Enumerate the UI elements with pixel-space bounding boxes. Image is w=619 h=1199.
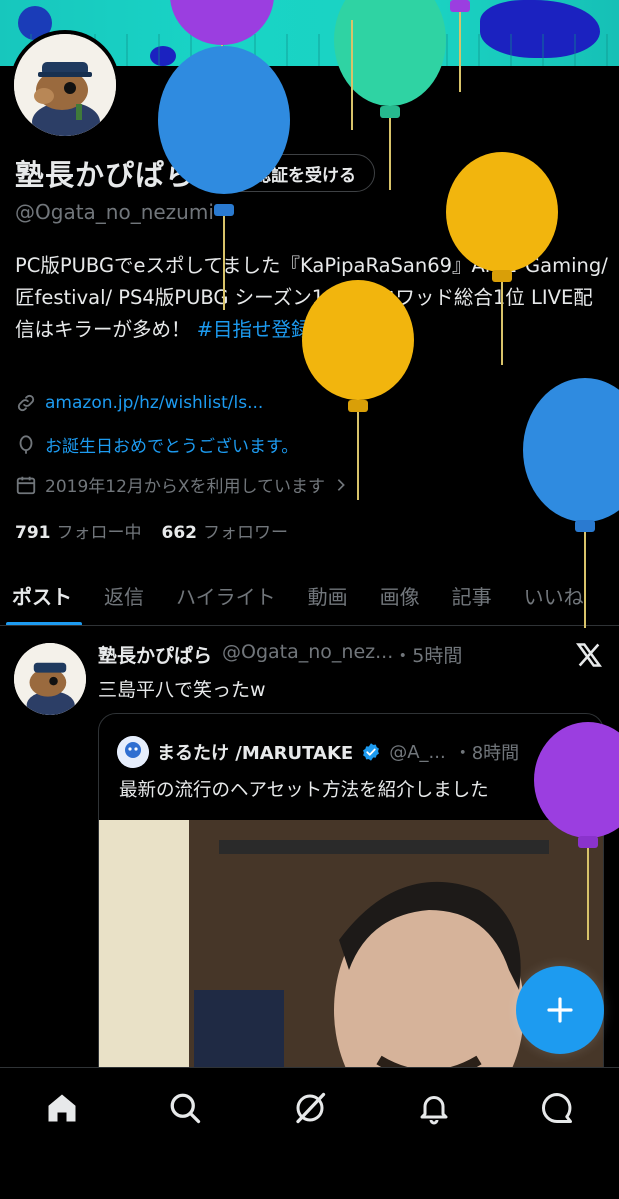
birthday-row: お誕生日おめでとうございます。	[15, 432, 298, 457]
tab-likes[interactable]: いいね	[508, 566, 600, 625]
search-icon	[170, 1093, 201, 1124]
display-name: 塾長かぴぱら	[15, 158, 196, 192]
quoted-post-text: 最新の流行のヘアセット方法を紹介しました	[119, 780, 489, 801]
quoted-author-avatar	[117, 736, 149, 768]
nav-grok-button[interactable]	[290, 1088, 330, 1128]
quoted-post-time: ・8時間	[453, 743, 520, 764]
post-time: ・5時間	[393, 645, 463, 667]
joined-text: 2019年12月からXを利用しています	[45, 477, 326, 497]
calendar-icon	[16, 476, 36, 494]
home-icon	[48, 1094, 76, 1122]
nav-notifications-button[interactable]	[414, 1088, 454, 1128]
tab-replies[interactable]: 返信	[88, 566, 160, 625]
get-verified-label: 認証を受ける	[254, 165, 357, 186]
post-author-handle[interactable]: @Ogata_no_nez...	[222, 641, 393, 668]
tab-posts[interactable]: ポスト	[0, 566, 88, 625]
profile-website-link[interactable]: amazon.jp/hz/wishlist/ls...	[45, 393, 263, 413]
profile-tabs: ポスト 返信 ハイライト 動画 画像 記事 いいね	[0, 566, 619, 626]
profile-handle: @Ogata_no_nezumi	[15, 200, 214, 224]
joined-row[interactable]: 2019年12月からXを利用しています	[15, 472, 349, 497]
birthday-text: お誕生日おめでとうございます。	[45, 437, 299, 457]
post-header: 塾長かぴぱら @Ogata_no_nez... ・5時間	[98, 641, 462, 668]
tab-photos[interactable]: 画像	[364, 566, 436, 625]
x-logo-icon	[575, 643, 603, 667]
nav-search-button[interactable]	[165, 1088, 205, 1128]
bio-hashtag-link[interactable]: #目指せ登録者1000人	[197, 318, 399, 341]
bottom-navigation	[0, 1067, 619, 1199]
profile-bio: PC版PUBGでeスポしてました『KaPipaRaSan69』Ant1-Gami…	[15, 250, 610, 346]
following-count: 791	[15, 523, 51, 543]
balloon-icon	[19, 434, 33, 454]
followers-count: 662	[161, 523, 198, 543]
post-author-name[interactable]: 塾長かぴぱら	[98, 641, 212, 668]
grok-icon	[296, 1092, 326, 1124]
name-row: 塾長かぴぱら 認証を受ける	[15, 152, 376, 194]
get-verified-button[interactable]: 認証を受ける	[209, 154, 376, 192]
profile-avatar[interactable]	[10, 30, 120, 140]
verified-badge-icon	[363, 743, 380, 761]
quoted-post-header: まるたけ /MARUTAKE @A_... ・8時間	[117, 736, 519, 768]
tab-articles[interactable]: 記事	[436, 566, 508, 625]
follow-counts: 791 フォロー中 662 フォロワー	[15, 518, 288, 543]
plus-icon	[547, 997, 573, 1023]
nav-home-button[interactable]	[42, 1088, 82, 1128]
following-label: フォロー中	[56, 523, 142, 543]
notifications-icon	[420, 1096, 448, 1125]
following-link[interactable]: 791 フォロー中	[15, 518, 142, 543]
tab-videos[interactable]: 動画	[292, 566, 364, 625]
messages-icon	[542, 1093, 572, 1123]
post-author-avatar[interactable]	[14, 643, 86, 715]
compose-post-button[interactable]	[516, 966, 604, 1054]
link-icon	[17, 394, 35, 412]
chevron-right-icon	[337, 478, 345, 491]
followers-link[interactable]: 662 フォロワー	[162, 518, 289, 543]
profile-link-row[interactable]: amazon.jp/hz/wishlist/ls...	[15, 392, 263, 414]
followers-label: フォロワー	[203, 523, 288, 543]
verified-badge-icon	[226, 163, 244, 183]
quoted-author-handle: @A_...	[389, 741, 446, 763]
post-text: 三島平八で笑ったw	[98, 679, 266, 701]
quoted-author-name: まるたけ /MARUTAKE	[157, 743, 354, 764]
nav-messages-button[interactable]	[537, 1088, 577, 1128]
tab-highlights[interactable]: ハイライト	[160, 566, 292, 625]
